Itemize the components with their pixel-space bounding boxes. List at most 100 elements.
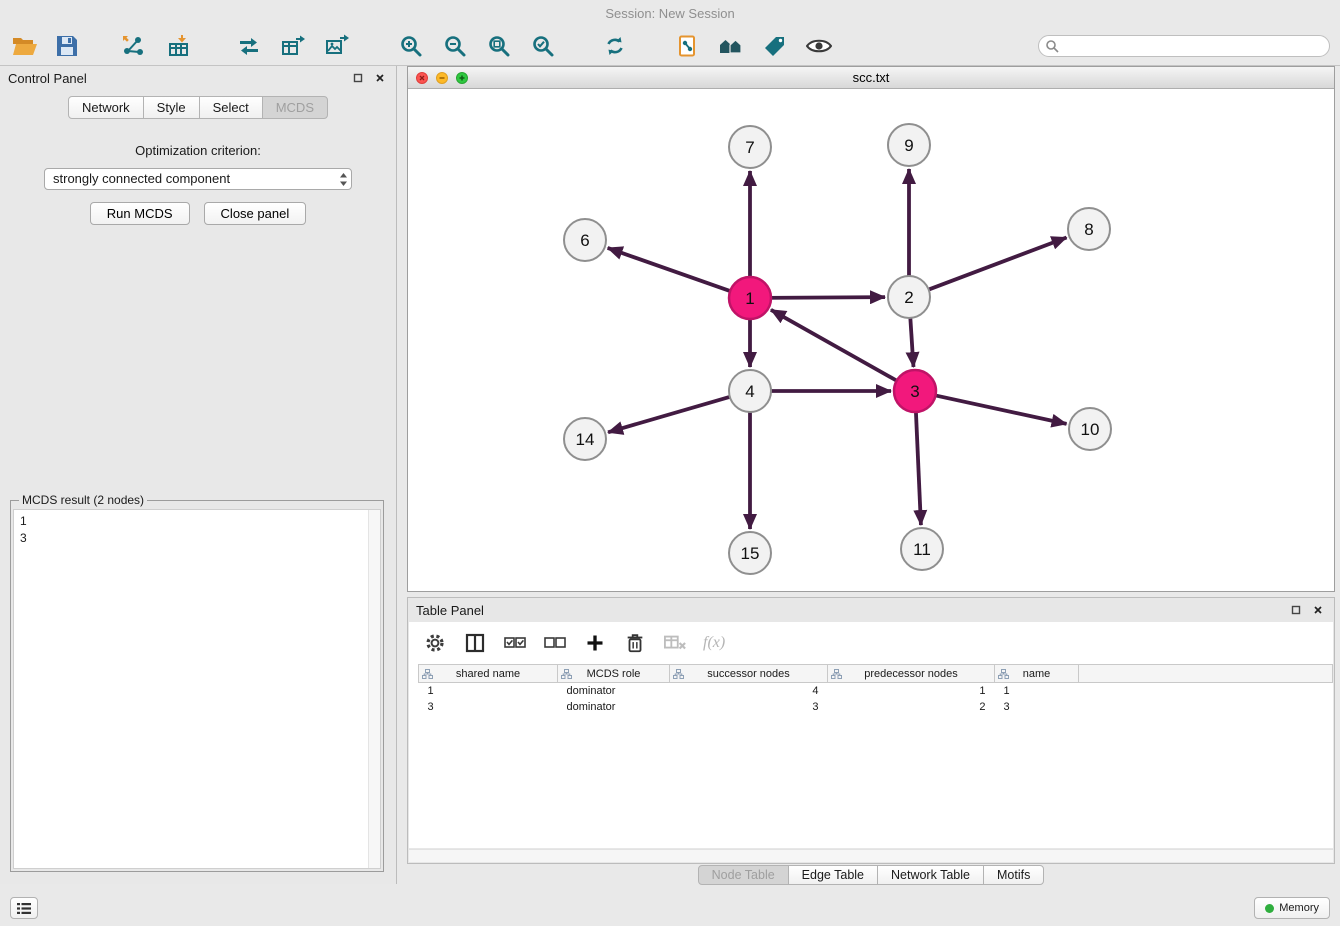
zoom-fit-button[interactable] (480, 31, 518, 61)
control-panel-tabs: NetworkStyleSelectMCDS (0, 96, 396, 119)
export-network-button[interactable] (230, 31, 268, 61)
table-horizontal-scrollbar[interactable] (409, 849, 1333, 862)
table-toolbar: f(x) (409, 622, 1333, 664)
control-panel-close-button[interactable] (372, 70, 388, 86)
zoom-out-icon (443, 34, 467, 58)
node-3[interactable]: 3 (894, 370, 936, 412)
window-minimize-button[interactable] (436, 72, 448, 84)
node-label: 8 (1084, 220, 1093, 239)
node-label: 7 (745, 138, 754, 157)
window-close-button[interactable] (416, 72, 428, 84)
memory-button[interactable]: Memory (1254, 897, 1330, 919)
node-8[interactable]: 8 (1068, 208, 1110, 250)
table-panel-tabs: Node TableEdge TableNetwork TableMotifs (407, 865, 1335, 887)
edge-1-2[interactable] (765, 297, 885, 298)
select-all-columns-button[interactable] (503, 631, 527, 655)
duplicate-network-button[interactable] (668, 31, 706, 61)
node-11[interactable]: 11 (901, 528, 943, 570)
apply-layout-button[interactable] (596, 31, 634, 61)
run-mcds-button[interactable]: Run MCDS (90, 202, 190, 225)
tab-edge-table[interactable]: Edge Table (788, 865, 878, 885)
tab-node-table[interactable]: Node Table (698, 865, 789, 885)
node-2[interactable]: 2 (888, 276, 930, 318)
node-15[interactable]: 15 (729, 532, 771, 574)
import-network-button[interactable] (114, 31, 152, 61)
tab-mcds[interactable]: MCDS (262, 96, 328, 119)
export-image-icon (325, 34, 349, 58)
mcds-result-box[interactable]: 13 (13, 509, 381, 869)
column-header-filler (1079, 665, 1333, 683)
mcds-result-fieldset: MCDS result (2 nodes) 13 (10, 493, 384, 872)
zoom-in-icon (399, 34, 423, 58)
edge-3-11[interactable] (916, 406, 921, 525)
network-graph: 7 9 6 8 1 2 4 3 14 10 15 11 (408, 89, 1334, 591)
tab-motifs[interactable]: Motifs (983, 865, 1044, 885)
node-14[interactable]: 14 (564, 418, 606, 460)
node-4[interactable]: 4 (729, 370, 771, 412)
table-row[interactable]: 1dominator411 (419, 683, 1333, 699)
edge-2-3[interactable] (910, 312, 914, 367)
edge-4-14[interactable] (608, 395, 736, 432)
zoom-selected-button[interactable] (524, 31, 562, 61)
open-file-button[interactable] (6, 31, 44, 61)
search-field[interactable] (1038, 35, 1330, 57)
column-type-icon (831, 669, 842, 682)
toggle-column-panel-button[interactable] (463, 631, 487, 655)
deselect-all-columns-button[interactable] (543, 631, 567, 655)
column-header-name[interactable]: name (995, 665, 1079, 683)
node-table-header-row: shared nameMCDS rolesuccessor nodesprede… (419, 665, 1333, 683)
tab-style[interactable]: Style (143, 96, 200, 119)
first-neighbors-icon (719, 35, 743, 57)
node-label: 9 (904, 136, 913, 155)
node-6[interactable]: 6 (564, 219, 606, 261)
tab-network-table[interactable]: Network Table (877, 865, 984, 885)
gear-icon (424, 632, 446, 654)
control-panel-title: Control Panel (8, 71, 87, 86)
delete-column-button[interactable] (623, 631, 647, 655)
table-settings-button[interactable] (423, 631, 447, 655)
plus-glyph-icon (458, 74, 466, 82)
export-table-button[interactable] (274, 31, 312, 61)
save-session-button[interactable] (48, 31, 86, 61)
close-panel-button[interactable]: Close panel (204, 202, 307, 225)
node-label: 2 (904, 288, 913, 307)
show-graphics-details-button[interactable] (800, 31, 838, 61)
column-header-successor-nodes[interactable]: successor nodes (670, 665, 828, 683)
trash-icon (624, 632, 646, 654)
table-panel-float-button[interactable] (1288, 602, 1304, 618)
split-columns-icon (465, 633, 485, 653)
column-type-icon (422, 669, 433, 682)
column-header-predecessor-nodes[interactable]: predecessor nodes (828, 665, 995, 683)
window-zoom-button[interactable] (456, 72, 468, 84)
column-header-shared-name[interactable]: shared name (419, 665, 558, 683)
first-neighbors-button[interactable] (712, 31, 750, 61)
create-column-button[interactable] (583, 631, 607, 655)
table-panel-close-button[interactable] (1310, 602, 1326, 618)
select-stepper-icon (339, 172, 348, 193)
node-7[interactable]: 7 (729, 126, 771, 168)
export-image-button[interactable] (318, 31, 356, 61)
column-header-MCDS-role[interactable]: MCDS role (558, 665, 670, 683)
control-panel: Control Panel NetworkStyleSelectMCDS Opt… (0, 66, 397, 884)
show-panels-button[interactable] (10, 897, 38, 919)
zoom-out-button[interactable] (436, 31, 474, 61)
edge-3-1[interactable] (771, 310, 902, 384)
node-9[interactable]: 9 (888, 124, 930, 166)
tab-select[interactable]: Select (199, 96, 263, 119)
node-10[interactable]: 10 (1069, 408, 1111, 450)
criterion-select[interactable]: strongly connected component (44, 168, 352, 190)
edge-3-10[interactable] (930, 394, 1067, 424)
control-panel-float-button[interactable] (350, 70, 366, 86)
zoom-in-button[interactable] (392, 31, 430, 61)
edge-1-6[interactable] (608, 248, 736, 293)
table-row[interactable]: 3dominator323 (419, 699, 1333, 715)
edge-2-8[interactable] (923, 237, 1067, 291)
tab-network[interactable]: Network (68, 96, 144, 119)
result-scrollbar[interactable] (368, 510, 380, 868)
import-table-button[interactable] (160, 31, 198, 61)
annotation-button[interactable] (756, 31, 794, 61)
network-canvas[interactable]: 7 9 6 8 1 2 4 3 14 10 15 11 (408, 89, 1334, 591)
optimization-criterion-label: Optimization criterion: (0, 143, 396, 158)
node-1[interactable]: 1 (729, 277, 771, 319)
search-input[interactable] (1059, 37, 1329, 55)
